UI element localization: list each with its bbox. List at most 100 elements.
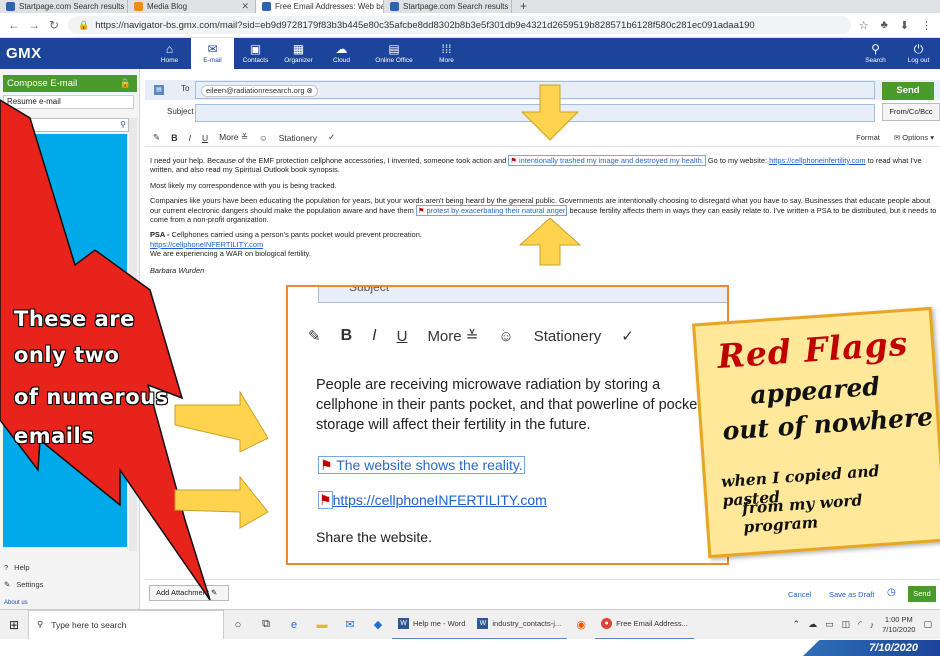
taskbar-clock[interactable]: 1:00 PM 7/10/2020 — [882, 615, 915, 635]
more-button[interactable]: More ≚ — [219, 132, 248, 143]
settings-link[interactable]: ✎ Settings — [4, 580, 43, 589]
windows-taskbar: ⊞ ⚲ Type here to search ○ ⧉ e ▬ ✉ ◆ W Hel… — [0, 609, 940, 640]
cloud-icon: ☁ — [335, 42, 348, 56]
taskbar-app-chrome[interactable]: ● Free Email Address... — [595, 610, 694, 640]
inset-share-line: Share the website. — [316, 529, 432, 545]
forward-icon[interactable]: → — [28, 18, 40, 32]
help-link[interactable]: ? Help — [4, 563, 30, 572]
from-cc-bcc-button[interactable]: From/Cc/Bcc — [882, 103, 940, 121]
nav-contacts[interactable]: ▣ Contacts — [234, 38, 277, 69]
gmx-favicon-icon — [262, 2, 271, 11]
nav-cloud[interactable]: ☁ Cloud — [320, 38, 363, 69]
add-attachment-button[interactable]: Add Attachment ✎ — [149, 585, 229, 601]
firefox-icon[interactable]: ◉ — [567, 618, 595, 631]
browser-tab-3[interactable]: Free Email Addresses: Web base✕ — [256, 0, 384, 13]
inset-stationery: Stationery — [533, 327, 602, 345]
compose-email-button[interactable]: Compose E-mail 🔒 — [3, 75, 137, 92]
gmx-logo[interactable]: GMX — [0, 38, 148, 69]
extension-icon[interactable]: ♣ — [881, 19, 888, 32]
cloud-sync-icon[interactable]: ☁ — [808, 619, 817, 630]
spellcheck-icon: ✓ — [621, 328, 634, 345]
taskbar-app-word-2[interactable]: Windustry_contacts-j... — [471, 610, 568, 640]
star-icon[interactable]: ☆ — [859, 19, 869, 32]
browser-tab-1[interactable]: Startpage.com Search results✕ — [0, 0, 128, 13]
paperclip-icon[interactable]: ✎ — [153, 132, 160, 143]
taskbar-search-input[interactable]: ⚲ Type here to search — [28, 609, 224, 640]
windows-start-icon[interactable]: ⊞ — [0, 618, 28, 632]
red-flag-icon: ⚑ — [510, 156, 517, 165]
network-icon[interactable]: ◫ — [842, 619, 851, 630]
recipient-chip[interactable]: eileen@radiationresearch.org ⊗ — [201, 85, 318, 97]
url-field[interactable]: 🔒 https://navigator-bs.gmx.com/mail?sid=… — [68, 16, 851, 34]
psa-link[interactable]: https://cellphoneINFERTILITY.com — [150, 240, 263, 249]
close-tab-icon[interactable]: ✕ — [241, 1, 249, 12]
subject-field[interactable] — [195, 104, 875, 122]
address-book-icon[interactable]: ▤ — [154, 85, 164, 95]
inset-bold: B — [340, 327, 353, 344]
download-icon[interactable]: ⬇ — [900, 19, 909, 32]
website-link[interactable]: https://cellphoneinfertility.com — [769, 156, 865, 165]
stationery-button[interactable]: Stationery — [279, 133, 317, 143]
body-paragraph-1: I need your help. Because of the EMF pro… — [150, 155, 922, 175]
red-flag-tag: ⚑ protest by exacerbating their natural … — [415, 204, 568, 216]
about-us-link[interactable]: About us — [4, 600, 28, 606]
folder-search-input[interactable]: earch ⚲ — [3, 118, 129, 132]
browser-tab-4[interactable]: Startpage.com Search results✕ — [384, 0, 512, 13]
new-tab-button[interactable]: + — [512, 0, 535, 13]
options-button[interactable]: ✉ Options ▾ — [894, 133, 934, 142]
spellcheck-icon[interactable]: ✓ — [328, 132, 335, 143]
message-body[interactable]: I need your help. Because of the EMF pro… — [150, 155, 940, 281]
header-search-button[interactable]: ⚲ Search — [854, 38, 897, 69]
emoji-icon[interactable]: ☺ — [259, 133, 268, 143]
formatting-toolbar: ✎ B I U More ≚ ☺ Stationery ✓ Format ✉ O… — [145, 129, 940, 147]
send-button[interactable]: Send — [882, 82, 934, 100]
task-view-icon[interactable]: ⧉ — [252, 618, 280, 631]
notifications-icon[interactable]: ▢ — [923, 619, 932, 630]
edge-icon[interactable]: e — [280, 619, 308, 631]
nav-online-office[interactable]: ▤ Online Office — [363, 38, 425, 69]
callout-line-3: of numerous — [14, 385, 169, 409]
volume-icon[interactable]: ♪ — [870, 620, 875, 630]
note-line-2: appeared — [749, 371, 881, 410]
inset-underline: U — [396, 327, 408, 345]
bold-button[interactable]: B — [171, 133, 178, 143]
file-explorer-icon[interactable]: ▬ — [308, 619, 336, 631]
envelope-icon: ✉ — [207, 42, 218, 56]
browser-tab-2[interactable]: Media Blog ✕ — [128, 0, 256, 13]
nav-organizer[interactable]: ▦ Organizer — [277, 38, 320, 69]
callout-line-2: only two — [14, 343, 120, 367]
save-draft-button[interactable]: Save as Draft — [829, 590, 874, 599]
resume-email-button[interactable]: Resume e-mail — [3, 95, 134, 109]
home-icon: ⌂ — [165, 42, 174, 56]
to-label: To — [181, 84, 190, 93]
format-button[interactable]: Format — [856, 133, 880, 142]
mail-icon[interactable]: ✉ — [336, 618, 364, 631]
nav-more[interactable]: ⁞⁞⁞ More — [425, 38, 468, 69]
gmx-header: GMX ⌂ Home ✉ E-mail ▣ Contacts ▦ Organizer ☁… — [0, 38, 940, 69]
calendar-icon: ▦ — [292, 42, 305, 56]
italic-button[interactable]: I — [189, 133, 191, 143]
battery-icon[interactable]: ▭ — [825, 619, 834, 630]
menu-icon[interactable]: ⋮ — [921, 19, 932, 32]
back-icon[interactable]: ← — [8, 18, 20, 32]
cortana-icon[interactable]: ○ — [224, 619, 252, 631]
chevron-up-icon[interactable]: ⌃ — [793, 619, 801, 630]
taskbar-app-word-1[interactable]: W Help me - Word — [392, 610, 472, 640]
callout-line-4: emails — [14, 424, 95, 448]
wifi-icon[interactable]: ◜ — [858, 619, 862, 630]
sidebar-scrollbar[interactable] — [129, 118, 137, 551]
lock-icon: 🔒 — [119, 78, 131, 88]
help-icon: ? — [4, 563, 9, 572]
emoji-icon: ☺ — [498, 327, 514, 345]
logout-button[interactable]: ⏻ Log out — [897, 38, 940, 69]
word-icon: W — [477, 618, 489, 629]
dropbox-icon[interactable]: ◆ — [364, 618, 392, 631]
nav-email[interactable]: ✉ E-mail — [191, 38, 234, 69]
clock-icon[interactable]: ◷ — [887, 587, 896, 598]
cancel-button[interactable]: Cancel — [788, 590, 811, 599]
nav-home[interactable]: ⌂ Home — [148, 38, 191, 69]
reload-icon[interactable]: ↻ — [48, 18, 60, 32]
underline-button[interactable]: U — [202, 133, 208, 143]
send-button-bottom[interactable]: Send — [908, 586, 936, 602]
left-sidebar: Compose E-mail 🔒 Resume e-mail earch ⚲ ?… — [0, 69, 140, 609]
